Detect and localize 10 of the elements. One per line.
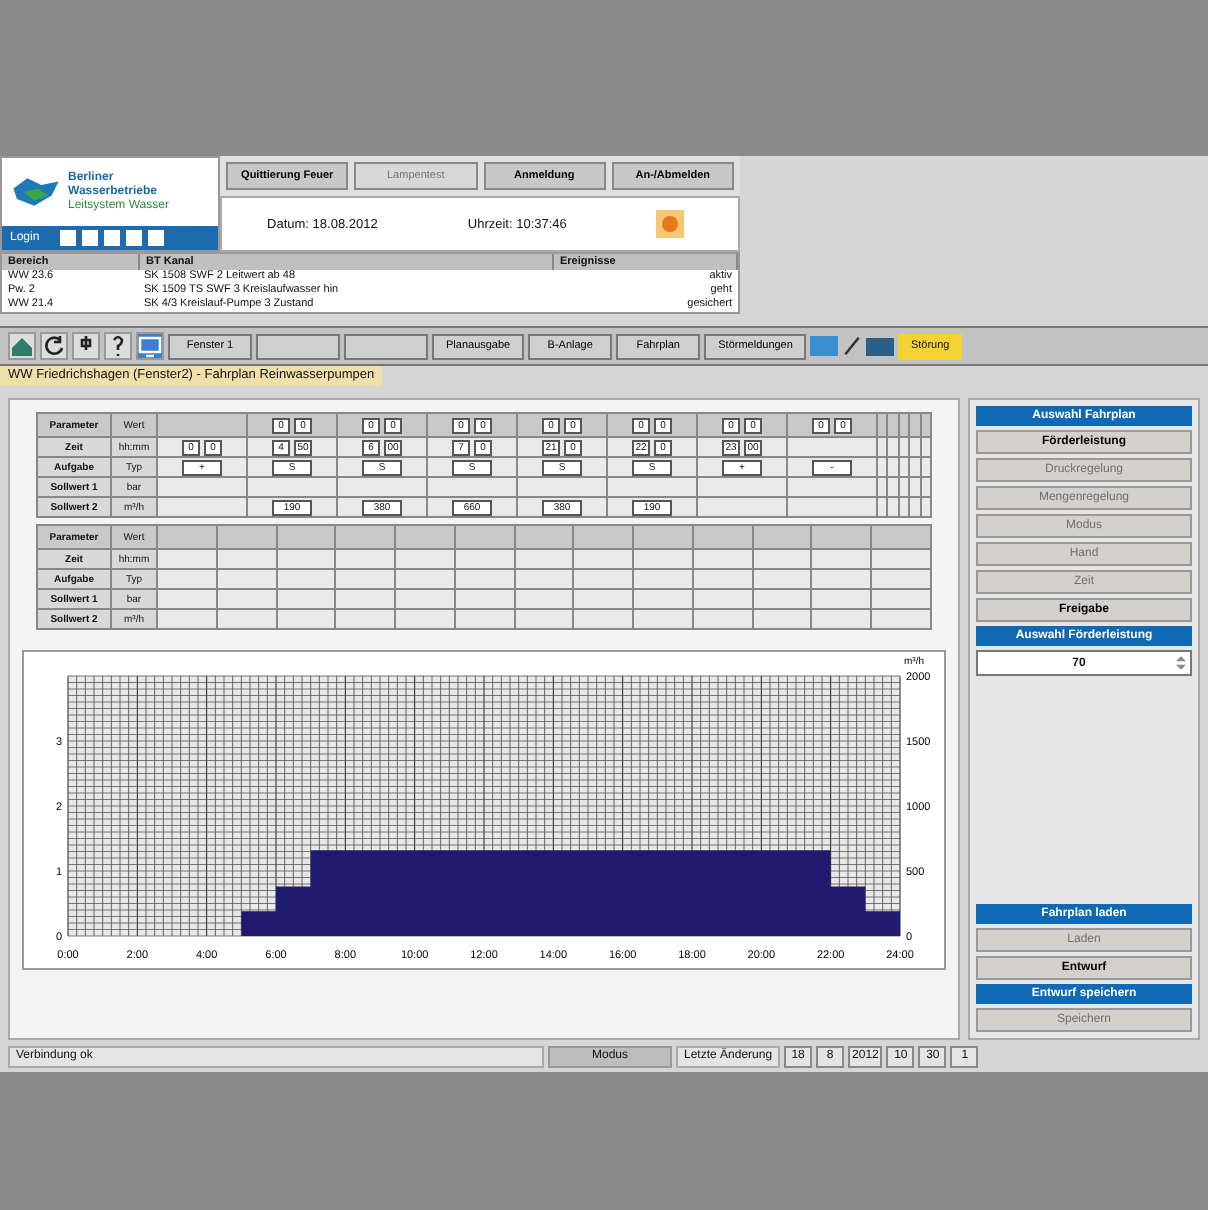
help-icon[interactable] bbox=[104, 332, 132, 360]
pencil-icon[interactable] bbox=[842, 334, 863, 358]
refresh-icon[interactable] bbox=[40, 332, 68, 360]
home-icon[interactable] bbox=[8, 332, 36, 360]
alarm-icon[interactable] bbox=[656, 210, 685, 238]
empty-toolbar-button[interactable] bbox=[256, 333, 340, 359]
pin-icon[interactable] bbox=[72, 332, 100, 360]
spinner-arrows-icon[interactable] bbox=[1176, 654, 1186, 672]
empty-toolbar-button[interactable] bbox=[344, 333, 428, 359]
map-logo-icon bbox=[10, 174, 62, 210]
